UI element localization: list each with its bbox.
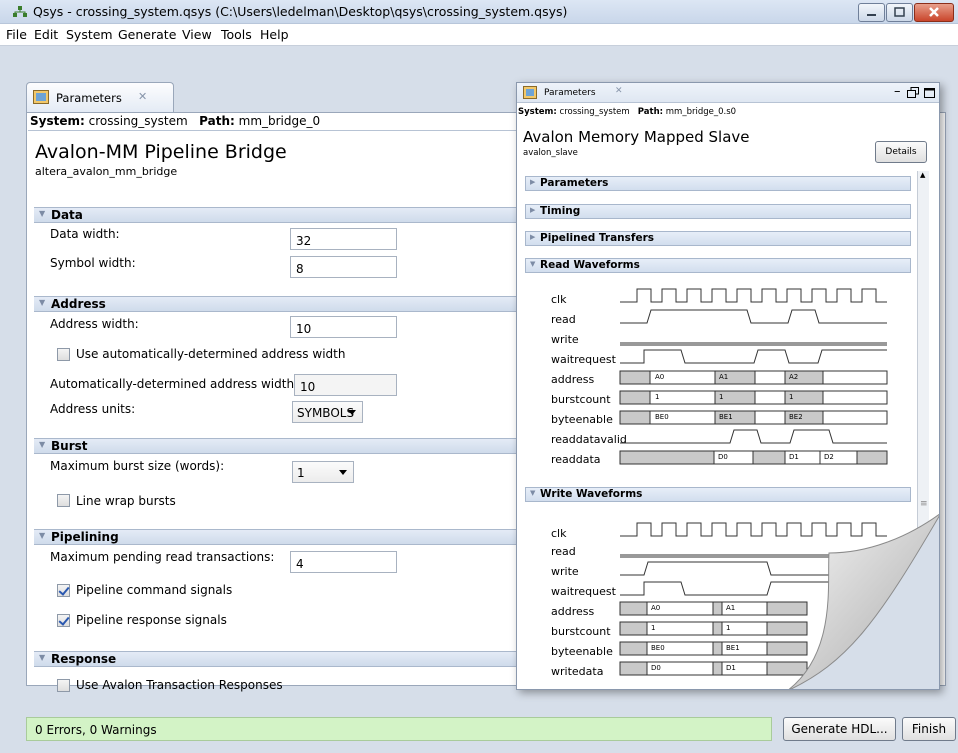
address-units-select[interactable]: SYMBOLS (292, 401, 363, 423)
address-width-field[interactable]: 10 (290, 316, 397, 338)
collapse-icon: ▼ (39, 209, 46, 218)
line-wrap-checkbox[interactable] (57, 494, 70, 507)
section-pipelining[interactable]: ▼ Pipelining (34, 529, 516, 545)
menu-view[interactable]: View (182, 27, 212, 42)
close-window-button[interactable] (914, 3, 954, 22)
symbol-width-field[interactable]: 8 (290, 256, 397, 278)
chevron-down-icon (339, 470, 347, 475)
collapse-icon: ▼ (39, 531, 46, 540)
generate-hdl-button[interactable]: Generate HDL... (783, 717, 896, 741)
address-width-label: Address width: (50, 317, 139, 331)
pipeline-command-checkbox[interactable] (57, 584, 70, 597)
minimize-button[interactable] (858, 3, 885, 22)
collapse-icon: ▼ (39, 298, 46, 307)
maximize-button[interactable] (886, 3, 913, 22)
menu-file[interactable]: File (6, 27, 27, 42)
status-bar: 0 Errors, 0 Warnings (26, 717, 772, 741)
floating-parameters-window: Parameters ✕ – System: crossing_system P… (516, 82, 940, 690)
max-burst-select[interactable]: 1 (292, 461, 354, 483)
chevron-down-icon (348, 410, 356, 415)
menu-system[interactable]: System (66, 27, 113, 42)
line-wrap-label: Line wrap bursts (76, 494, 176, 508)
window-title: Qsys - crossing_system.qsys (C:\Users\le… (33, 4, 568, 19)
menu-generate[interactable]: Generate (118, 27, 176, 42)
menu-help[interactable]: Help (260, 27, 289, 42)
collapse-icon: ▼ (39, 440, 46, 449)
pipeline-response-checkbox[interactable] (57, 614, 70, 627)
tab-close-icon[interactable]: ✕ (138, 90, 147, 103)
menu-edit[interactable]: Edit (34, 27, 58, 42)
menu-bar: File Edit System Generate View Tools Hel… (0, 24, 958, 46)
address-units-label: Address units: (50, 402, 136, 416)
section-response[interactable]: ▼ Response (34, 651, 516, 667)
section-data[interactable]: ▼ Data (34, 207, 516, 223)
max-burst-label: Maximum burst size (words): (50, 459, 225, 473)
section-address[interactable]: ▼ Address (34, 296, 516, 312)
pipeline-command-label: Pipeline command signals (76, 583, 233, 597)
auto-width-field: 10 (294, 374, 397, 396)
page-curl-decoration (788, 513, 939, 689)
tab-parameters-label: Parameters (56, 91, 122, 105)
section-burst[interactable]: ▼ Burst (34, 438, 516, 454)
minimize-icon (867, 14, 876, 16)
use-responses-checkbox[interactable] (57, 679, 70, 692)
tab-parameters[interactable]: Parameters ✕ (26, 82, 174, 112)
close-icon (929, 7, 939, 17)
pipeline-response-label: Pipeline response signals (76, 613, 227, 627)
auto-width-label: Automatically-determined address width: (50, 377, 299, 391)
menu-tools[interactable]: Tools (221, 27, 252, 42)
use-responses-label: Use Avalon Transaction Responses (76, 678, 283, 692)
data-width-label: Data width: (50, 227, 120, 241)
qsys-app-icon (13, 6, 27, 17)
max-pending-label: Maximum pending read transactions: (50, 550, 275, 564)
auto-address-width-label: Use automatically-determined address wid… (76, 347, 346, 361)
auto-address-width-checkbox[interactable] (57, 348, 70, 361)
finish-button[interactable]: Finish (902, 717, 956, 741)
collapse-icon: ▼ (39, 653, 46, 662)
window-titlebar: Qsys - crossing_system.qsys (C:\Users\le… (0, 0, 958, 24)
symbol-width-label: Symbol width: (50, 256, 136, 270)
maximize-icon (894, 7, 905, 17)
data-width-field[interactable]: 32 (290, 228, 397, 250)
component-title: Avalon-MM Pipeline Bridge (35, 141, 287, 163)
system-path-line: System: crossing_system Path: mm_bridge_… (30, 114, 321, 128)
status-message: 0 Errors, 0 Warnings (35, 723, 157, 737)
parameters-icon (33, 90, 49, 104)
max-pending-field[interactable]: 4 (290, 551, 397, 573)
component-subtitle: altera_avalon_mm_bridge (35, 165, 178, 178)
